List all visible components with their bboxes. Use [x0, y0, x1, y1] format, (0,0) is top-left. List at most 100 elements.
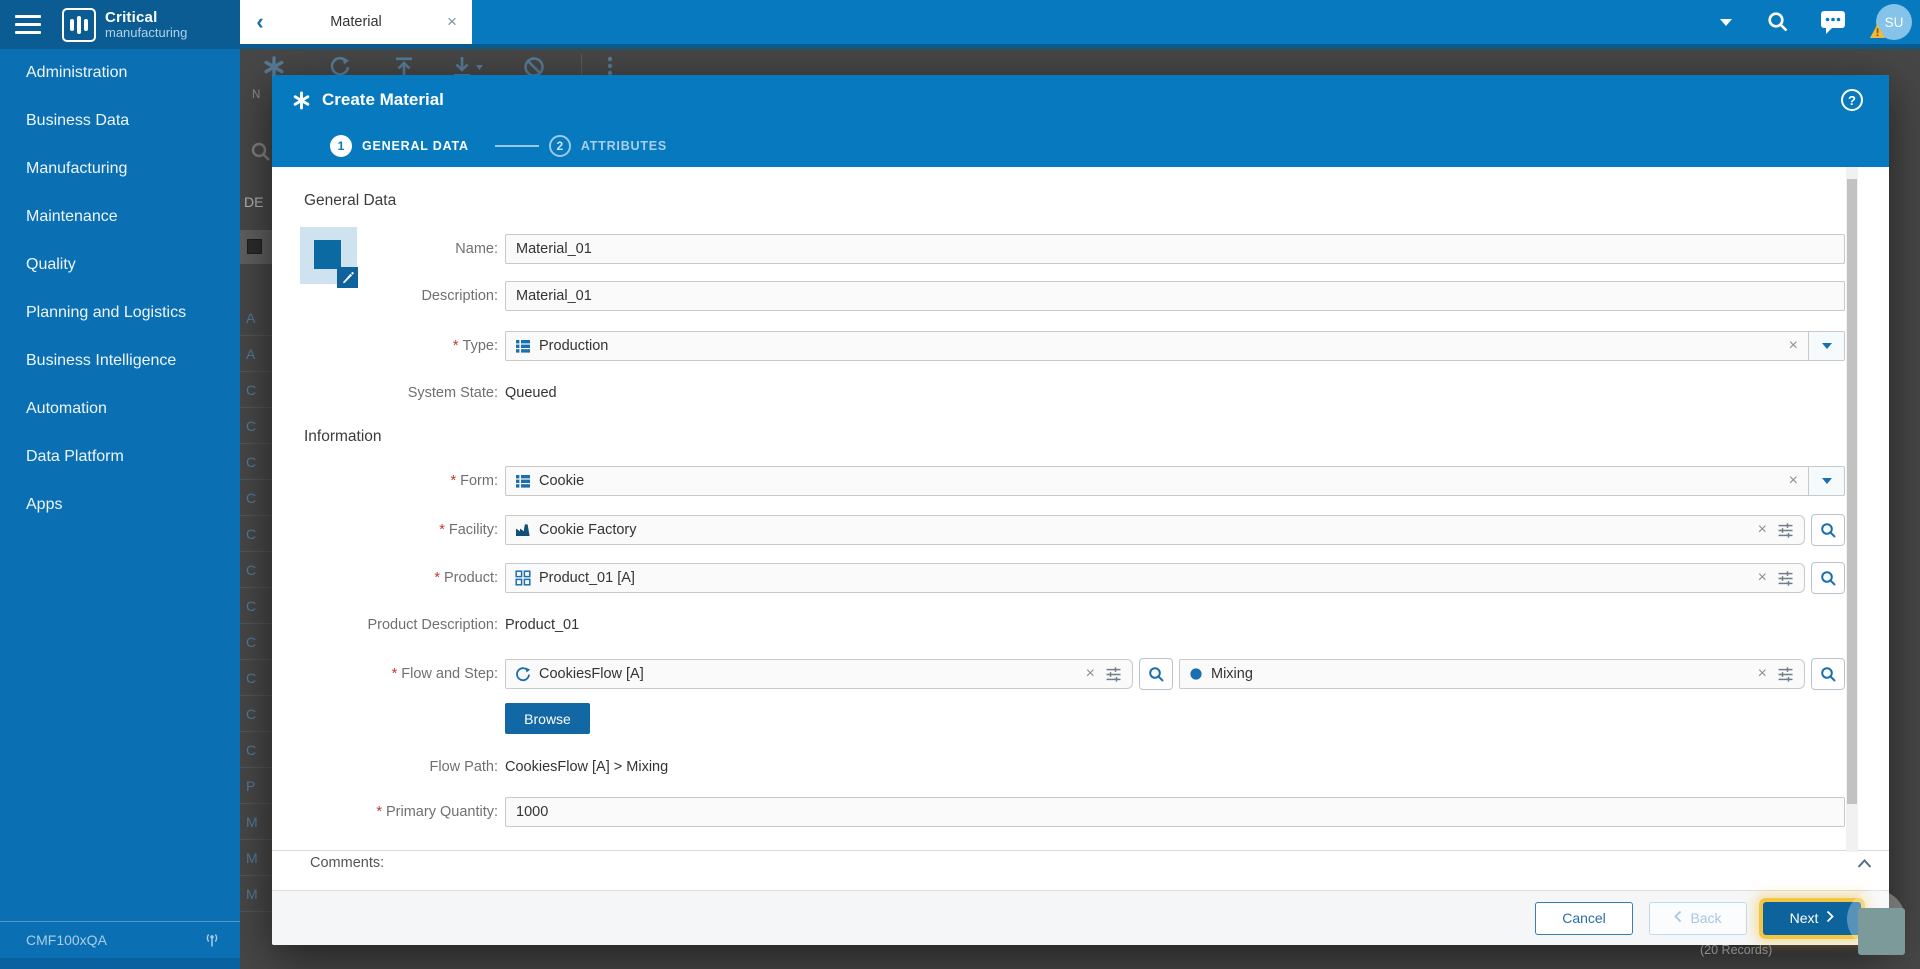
product-field-row: * Product: Product_01 [A] ×	[272, 562, 1845, 594]
comments-label: Comments:	[310, 855, 385, 871]
filter-icon[interactable]	[1105, 666, 1122, 683]
type-dropdown-button[interactable]	[1808, 332, 1844, 360]
tab-material[interactable]: ‹ Material ×	[240, 0, 472, 44]
create-material-dialog: Create Material ? 1 GENERAL DATA 2 ATTRI…	[272, 75, 1889, 945]
clear-icon[interactable]: ×	[1779, 337, 1808, 355]
table-row: C	[240, 696, 272, 732]
facility-input[interactable]: Cookie Factory ×	[505, 515, 1805, 545]
tab-close-icon[interactable]: ×	[432, 12, 472, 32]
back-button[interactable]: Back	[1649, 901, 1747, 935]
facility-field-row: * Facility: Cookie Factory ×	[272, 514, 1845, 546]
step-2-label[interactable]: ATTRIBUTES	[581, 139, 667, 153]
messages-icon[interactable]	[1820, 10, 1846, 35]
facility-icon	[515, 522, 531, 538]
scrollbar-thumb[interactable]	[1847, 179, 1857, 804]
type-label: * Type:	[452, 338, 498, 354]
sidebar-footer: CMF100xQA	[0, 921, 240, 958]
dialog-title: Create Material	[322, 90, 444, 109]
chevron-down-icon	[1821, 343, 1832, 349]
step-value: Mixing	[1211, 666, 1253, 682]
dialog-header: Create Material ?	[272, 75, 1889, 125]
cancel-button[interactable]: Cancel	[1535, 901, 1633, 935]
step-1-label[interactable]: GENERAL DATA	[362, 139, 469, 153]
wizard-steps: 1 GENERAL DATA 2 ATTRIBUTES	[272, 125, 1889, 167]
background-table-header	[240, 230, 272, 264]
filter-icon[interactable]	[1777, 666, 1794, 683]
description-input[interactable]	[505, 281, 1845, 311]
flow-path-row: Flow Path: CookiesFlow [A] > Mixing	[272, 759, 1845, 775]
sidebar-item-apps[interactable]: Apps	[0, 481, 240, 529]
dialog-scrollbar[interactable]	[1846, 167, 1858, 852]
filter-icon[interactable]	[1777, 522, 1794, 539]
product-description-label: Product Description:	[367, 617, 498, 633]
search-icon[interactable]	[1766, 10, 1790, 34]
facility-label: * Facility:	[439, 522, 498, 538]
table-row: C	[240, 480, 272, 516]
chevron-right-icon	[1826, 910, 1835, 926]
table-row: C	[240, 372, 272, 408]
step-input[interactable]: Mixing ×	[1179, 659, 1805, 689]
form-combobox[interactable]: Cookie ×	[505, 466, 1845, 496]
product-description-row: Product Description: Product_01	[272, 617, 1845, 633]
form-dropdown-button[interactable]	[1808, 467, 1844, 495]
product-input[interactable]: Product_01 [A] ×	[505, 563, 1805, 593]
tab-label: Material	[330, 14, 382, 30]
clear-icon[interactable]: ×	[1779, 472, 1808, 490]
sidebar-item-data-platform[interactable]: Data Platform	[0, 433, 240, 481]
sidebar-item-manufacturing[interactable]: Manufacturing	[0, 145, 240, 193]
step-2-circle[interactable]: 2	[548, 135, 571, 157]
product-search-button[interactable]	[1811, 562, 1845, 594]
step-search-button[interactable]	[1811, 658, 1845, 690]
type-combobox[interactable]: Production ×	[505, 331, 1845, 361]
tab-back-icon[interactable]: ‹	[240, 9, 280, 35]
brand-subtitle: manufacturing	[105, 25, 188, 40]
collapse-comments-icon[interactable]	[1856, 857, 1873, 870]
background-panel-label: DE	[244, 194, 264, 210]
chevron-left-icon	[1674, 910, 1682, 926]
sidebar-item-maintenance[interactable]: Maintenance	[0, 193, 240, 241]
background-table-rows: A A C C C C C C C C C C C P M M M	[240, 300, 272, 912]
step-1-circle[interactable]: 1	[330, 135, 352, 157]
flow-path-label: Flow Path:	[429, 759, 499, 775]
sidebar-item-planning-and-logistics[interactable]: Planning and Logistics	[0, 289, 240, 337]
flow-icon	[515, 666, 531, 682]
flow-search-button[interactable]	[1139, 658, 1173, 690]
flow-and-step-row: * Flow and Step: CookiesFlow [A] × Mixing…	[272, 658, 1845, 690]
name-field-row: Name:	[272, 234, 1845, 264]
description-label: Description:	[421, 288, 498, 304]
help-icon[interactable]: ?	[1841, 89, 1863, 111]
table-row: P	[240, 768, 272, 804]
sidebar-item-business-intelligence[interactable]: Business Intelligence	[0, 337, 240, 385]
flow-input[interactable]: CookiesFlow [A] ×	[505, 659, 1133, 689]
table-row: C	[240, 516, 272, 552]
chevron-down-icon[interactable]	[1720, 18, 1732, 26]
system-state-row: System State: Queued	[272, 385, 1845, 401]
table-row: C	[240, 552, 272, 588]
sidebar-item-quality[interactable]: Quality	[0, 241, 240, 289]
filter-icon[interactable]	[1777, 570, 1794, 587]
table-row: A	[240, 336, 272, 372]
step-connector	[494, 145, 539, 147]
clear-icon[interactable]: ×	[1748, 521, 1777, 539]
clear-icon[interactable]: ×	[1748, 569, 1777, 587]
comments-divider	[272, 850, 1889, 851]
brand-title: Critical	[105, 9, 158, 26]
menu-icon[interactable]	[15, 15, 41, 34]
connectivity-icon[interactable]	[204, 933, 220, 948]
primary-quantity-input[interactable]	[505, 797, 1845, 827]
name-input[interactable]	[505, 234, 1845, 264]
user-avatar[interactable]: SU	[1870, 4, 1912, 40]
background-search-icon	[250, 141, 272, 163]
table-row: C	[240, 732, 272, 768]
table-row: M	[240, 804, 272, 840]
clear-icon[interactable]: ×	[1748, 665, 1777, 683]
clear-icon[interactable]: ×	[1076, 665, 1105, 683]
facility-search-button[interactable]	[1811, 514, 1845, 546]
table-row: C	[240, 624, 272, 660]
sidebar-item-business-data[interactable]: Business Data	[0, 97, 240, 145]
sidebar-item-administration[interactable]: Administration	[0, 49, 240, 97]
browse-button[interactable]: Browse	[505, 703, 590, 734]
required-marker: *	[434, 570, 440, 586]
sidebar-item-automation[interactable]: Automation	[0, 385, 240, 433]
records-count: (20 Records)	[1700, 943, 1773, 957]
